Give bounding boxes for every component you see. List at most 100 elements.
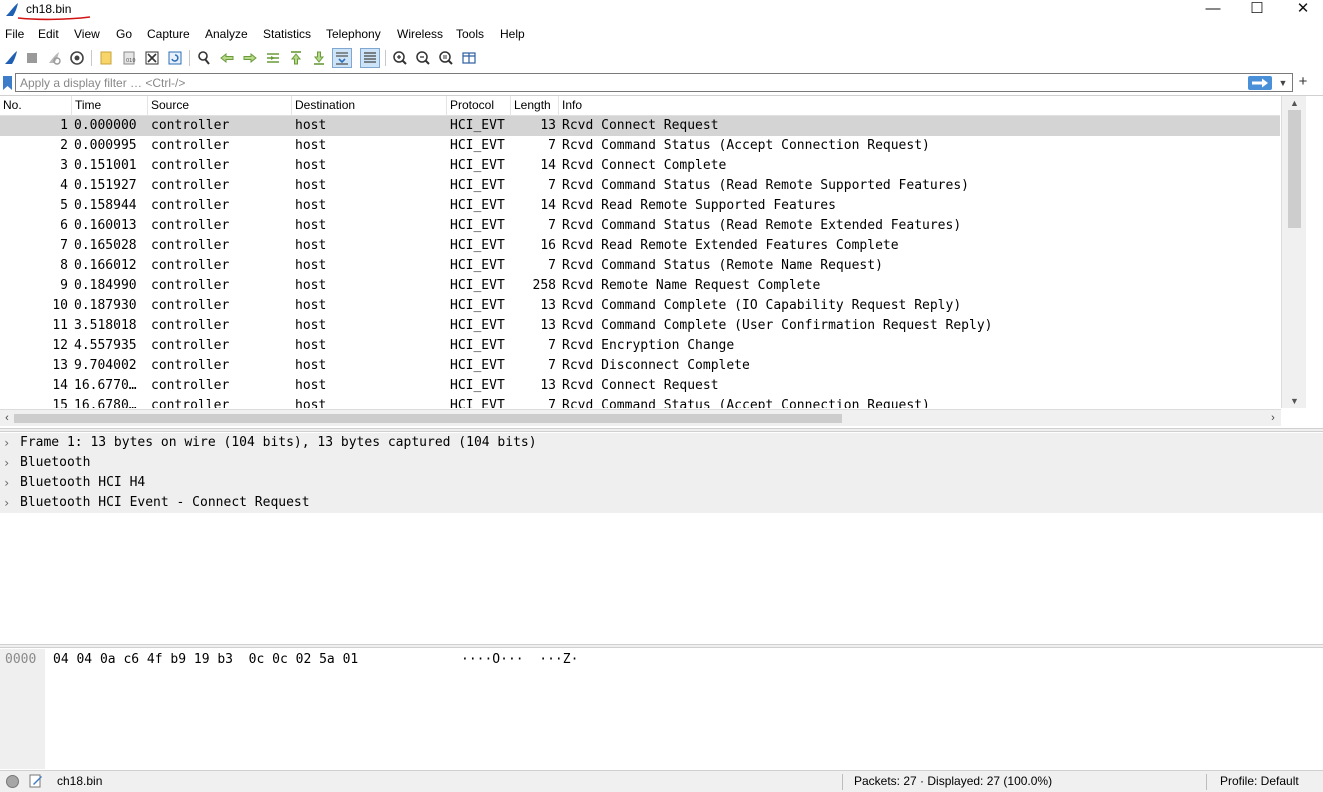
expand-chevron-icon[interactable]: › (3, 493, 15, 513)
packet-row[interactable]: 9 0.184990 controller host HCI_EVT 258 Rcvd Re… (0, 276, 1280, 296)
title-bar: ch18.bin — ☐ ✕ (0, 0, 1323, 22)
menu-telephony[interactable]: Telephony (326, 27, 381, 41)
packet-row[interactable]: 7 0.165028 controller host HCI_EVT 16 Rcvd Rea… (0, 236, 1280, 256)
capture-comment-icon[interactable] (29, 774, 43, 788)
cell-no: 2 (60, 138, 68, 153)
arrow-right-icon (1252, 78, 1268, 88)
packet-row[interactable]: 11 3.518018 controller host HCI_EVT 13 Rcvd Co… (0, 316, 1280, 336)
toolbar-separator (91, 50, 92, 66)
packet-list-vertical-scrollbar[interactable]: ▲ ▼ (1281, 96, 1306, 408)
reload-file-icon[interactable] (165, 48, 185, 68)
zoom-normal-icon[interactable] (436, 48, 456, 68)
maximize-button[interactable]: ☐ (1234, 0, 1280, 22)
open-file-icon[interactable] (96, 48, 116, 68)
packet-row[interactable]: 1 0.000000 controller host HCI_EVT 13 Rcvd Con… (0, 116, 1280, 136)
horizontal-scroll-thumb[interactable] (14, 414, 842, 423)
go-first-icon[interactable] (286, 48, 306, 68)
status-packet-counts: Packets: 27 · Displayed: 27 (100.0%) (854, 774, 1053, 788)
vertical-scroll-thumb[interactable] (1288, 110, 1301, 228)
filter-bookmark-icon[interactable] (2, 75, 13, 91)
scroll-down-arrow-icon[interactable]: ▼ (1282, 394, 1307, 408)
go-last-icon[interactable] (309, 48, 329, 68)
menu-statistics[interactable]: Statistics (263, 27, 311, 41)
add-filter-button-icon[interactable]: + (1296, 73, 1310, 91)
bytes-hex-dump[interactable]: 04 04 0a c6 4f b9 19 b3 0c 0c 02 5a 01 (53, 652, 358, 667)
restart-capture-icon[interactable] (44, 48, 64, 68)
pane-splitter[interactable] (0, 644, 1323, 648)
cell-no: 13 (52, 358, 68, 373)
menu-capture[interactable]: Capture (147, 27, 190, 41)
cell-protocol: HCI_EVT (450, 358, 505, 373)
expand-chevron-icon[interactable]: › (3, 433, 15, 453)
go-to-packet-icon[interactable] (263, 48, 283, 68)
column-header-length[interactable]: Length (511, 96, 559, 116)
cell-time: 16.6770… (74, 378, 137, 393)
cell-length: 7 (548, 258, 556, 273)
go-forward-icon[interactable] (240, 48, 260, 68)
find-packet-icon[interactable] (194, 48, 214, 68)
resize-columns-icon[interactable] (459, 48, 479, 68)
bytes-ascii-dump[interactable]: ····O··· ···Z· (461, 652, 578, 667)
status-profile[interactable]: Profile: Default (1220, 774, 1299, 788)
menu-edit[interactable]: Edit (38, 27, 59, 41)
packet-row[interactable]: 12 4.557935 controller host HCI_EVT 7 Rcvd Enc… (0, 336, 1280, 356)
column-header-protocol[interactable]: Protocol (447, 96, 511, 116)
menu-tools[interactable]: Tools (456, 27, 484, 41)
capture-options-icon[interactable] (67, 48, 87, 68)
packet-row[interactable]: 14 16.6770… controller host HCI_EVT 13 Rcvd Co… (0, 376, 1280, 396)
menu-wireless[interactable]: Wireless (397, 27, 443, 41)
status-separator[interactable] (1206, 774, 1207, 790)
close-file-icon[interactable] (142, 48, 162, 68)
cell-time: 0.187930 (74, 298, 137, 313)
cell-protocol: HCI_EVT (450, 318, 505, 333)
display-filter-input[interactable] (15, 73, 1293, 92)
detail-row-hci-event[interactable]: › Bluetooth HCI Event - Connect Request (0, 493, 1323, 513)
column-header-source[interactable]: Source (148, 96, 292, 116)
column-header-time[interactable]: Time (72, 96, 148, 116)
menu-view[interactable]: View (74, 27, 100, 41)
packet-list-horizontal-scrollbar[interactable]: ‹ › (0, 409, 1281, 426)
packet-row[interactable]: 3 0.151001 controller host HCI_EVT 14 Rcvd Con… (0, 156, 1280, 176)
close-window-button[interactable]: ✕ (1280, 0, 1323, 22)
packet-row[interactable]: 8 0.166012 controller host HCI_EVT 7 Rcvd Comm… (0, 256, 1280, 276)
menu-file[interactable]: File (5, 27, 24, 41)
column-header-info[interactable]: Info (559, 96, 1280, 116)
column-header-destination[interactable]: Destination (292, 96, 447, 116)
expand-chevron-icon[interactable]: › (3, 473, 15, 493)
cell-time: 3.518018 (74, 318, 137, 333)
menu-bar: File Edit View Go Capture Analyze Statis… (0, 24, 1323, 44)
zoom-in-icon[interactable] (390, 48, 410, 68)
scroll-up-arrow-icon[interactable]: ▲ (1282, 96, 1307, 110)
packet-row[interactable]: 4 0.151927 controller host HCI_EVT 7 Rcvd Comm… (0, 176, 1280, 196)
menu-go[interactable]: Go (116, 27, 132, 41)
go-back-icon[interactable] (217, 48, 237, 68)
menu-analyze[interactable]: Analyze (205, 27, 248, 41)
menu-help[interactable]: Help (500, 27, 525, 41)
colorize-icon[interactable] (360, 48, 380, 68)
detail-row-hci-h4[interactable]: › Bluetooth HCI H4 (0, 473, 1323, 493)
apply-filter-button[interactable] (1248, 76, 1272, 90)
packet-row[interactable]: 13 9.704002 controller host HCI_EVT 7 Rcvd Dis… (0, 356, 1280, 376)
minimize-button[interactable]: — (1190, 0, 1236, 22)
detail-row-frame[interactable]: › Frame 1: 13 bytes on wire (104 bits), … (0, 433, 1323, 453)
auto-scroll-icon[interactable] (332, 48, 352, 68)
expand-chevron-icon[interactable]: › (3, 453, 15, 473)
scroll-left-arrow-icon[interactable]: ‹ (0, 410, 14, 427)
column-header-no[interactable]: No. (0, 96, 72, 116)
save-file-icon[interactable]: 010 (119, 48, 139, 68)
expert-info-led-icon[interactable] (6, 775, 19, 788)
cell-source: controller (151, 378, 230, 393)
packet-row[interactable]: 10 0.187930 controller host HCI_EVT 13 Rcvd Co… (0, 296, 1280, 316)
detail-row-bluetooth[interactable]: › Bluetooth (0, 453, 1323, 473)
zoom-out-icon[interactable] (413, 48, 433, 68)
packet-row[interactable]: 15 16.6780… controller host HCI_EVT 7 Rcvd Com… (0, 396, 1280, 408)
cell-destination: host (295, 338, 327, 353)
pane-splitter[interactable] (0, 428, 1323, 432)
shark-fin-start-icon[interactable] (1, 48, 21, 68)
packet-row[interactable]: 5 0.158944 controller host HCI_EVT 14 Rcvd Rea… (0, 196, 1280, 216)
stop-capture-icon[interactable] (22, 48, 42, 68)
packet-row[interactable]: 6 0.160013 controller host HCI_EVT 7 Rcvd Comm… (0, 216, 1280, 236)
packet-row[interactable]: 2 0.000995 controller host HCI_EVT 7 Rcvd Comm… (0, 136, 1280, 156)
scroll-right-arrow-icon[interactable]: › (1266, 410, 1280, 427)
filter-history-dropdown[interactable]: ▼ (1276, 75, 1290, 91)
